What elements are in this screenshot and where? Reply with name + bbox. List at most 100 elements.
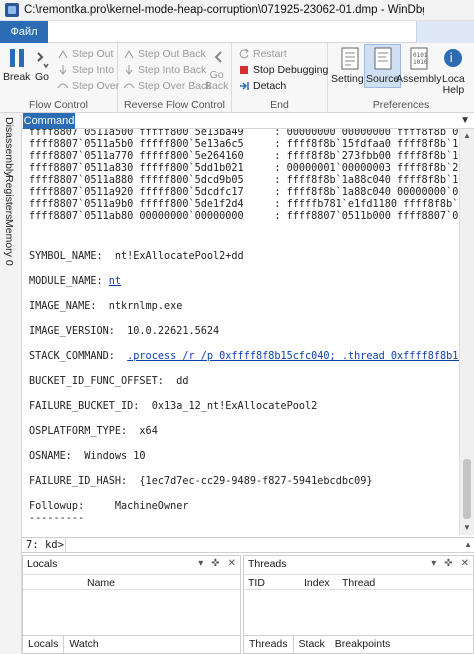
tab-view-active[interactable] — [416, 21, 474, 43]
column-tid[interactable]: TID — [248, 577, 265, 589]
step-over-button[interactable]: Step Over — [57, 78, 119, 93]
step-into-back-button[interactable]: Step Into Back — [123, 62, 206, 77]
dropdown-icon[interactable]: ▾ — [431, 558, 436, 569]
step-out-back-button[interactable]: Step Out Back — [123, 46, 206, 61]
dropdown-icon[interactable]: ▾ — [198, 558, 203, 569]
module-name-link[interactable]: nt — [109, 276, 121, 287]
tab-locals[interactable]: Locals — [23, 636, 65, 653]
bucket-offset-line: BUCKET_ID_FUNC_OFFSET: dd — [29, 376, 189, 387]
command-window-header: Command ▼ — [22, 113, 474, 129]
pin-icon[interactable]: ✜ — [444, 558, 452, 569]
tab-stack[interactable]: Stack — [294, 636, 330, 653]
image-version-label: IMAGE_VERSION: — [29, 326, 115, 337]
group-label-preferences: Preferences — [372, 99, 430, 111]
locals-column-header: Name — [23, 574, 240, 590]
ribbon: Break Go Step Out Step Into Step Over Fl… — [0, 43, 474, 113]
restart-button[interactable]: Restart — [238, 46, 287, 61]
command-input[interactable] — [69, 538, 449, 552]
step-out-icon — [58, 49, 68, 58]
step-over-back-icon — [123, 83, 135, 88]
assembly-button[interactable]: 0101 1010 Assembly — [396, 47, 442, 85]
locals-pane: Locals ▾ ✜ ✕ Name Locals Watch — [22, 555, 241, 654]
close-icon[interactable]: ✕ — [228, 558, 236, 569]
stack-row: ffff8807`0511a830 fffff800`5dd1b021 : 00… — [29, 163, 459, 174]
help-icon: i — [444, 49, 463, 67]
osname-label: OSNAME: — [29, 451, 72, 462]
locals-pane-title: Locals — [27, 558, 58, 570]
failure-bucket-value: 0x13a_12_nt!ExAllocatePool2 — [151, 401, 318, 412]
side-tab-memory[interactable]: Memory 0 — [3, 219, 15, 266]
separator-dashes: --------- — [29, 513, 85, 524]
failure-hash-label: FAILURE_ID_HASH: — [29, 476, 128, 487]
pin-icon[interactable]: ✜ — [211, 558, 219, 569]
followup-line: Followup: MachineOwner — [29, 501, 188, 512]
osname-value: Windows 10 — [84, 451, 146, 462]
step-into-icon — [59, 64, 67, 75]
column-index[interactable]: Index — [304, 577, 330, 589]
scroll-down-icon[interactable]: ▼ — [463, 523, 471, 532]
failure-hash-line: FAILURE_ID_HASH: {1ec7d7ec-cc29-9489-f82… — [29, 476, 373, 487]
svg-text:0101: 0101 — [413, 52, 428, 59]
detach-icon — [240, 81, 249, 90]
side-tab-registers[interactable]: Registers — [3, 175, 15, 219]
stack-row: ffff8807`0511a9b0 fffff800`5de1f2d4 : ff… — [29, 199, 459, 210]
tab-watch[interactable]: Watch — [64, 636, 103, 653]
stack-command-label: STACK_COMMAND: — [29, 351, 115, 362]
symbol-name-line: SYMBOL_NAME: nt!ExAllocatePool2+dd — [29, 251, 244, 262]
go-back-arrow-icon — [214, 51, 222, 63]
go-arrow-icon — [37, 52, 49, 69]
tab-breakpoints[interactable]: Breakpoints — [330, 636, 395, 653]
svg-text:i: i — [450, 51, 453, 65]
stack-row: ffff8807`0511a920 fffff800`5dcdfc17 : ff… — [29, 187, 459, 198]
stack-row: ffff8807`0511a500 fffff800`5e13ba49 : 00… — [29, 129, 459, 138]
step-over-back-button[interactable]: Step Over Back — [123, 78, 212, 93]
pause-icon — [9, 49, 24, 67]
locals-pane-tabs: Locals Watch — [23, 635, 240, 653]
tab-threads[interactable]: Threads — [244, 636, 294, 653]
stack-row: ffff8807`0511ab80 00000000`00000000 : ff… — [29, 211, 459, 222]
break-button[interactable]: Break — [3, 47, 30, 83]
osplatform-label: OSPLATFORM_TYPE: — [29, 426, 128, 437]
tab-file[interactable]: Файл — [0, 21, 48, 43]
stop-icon — [240, 65, 248, 74]
image-name-line: IMAGE_NAME: ntkrnlmp.exe — [29, 301, 182, 312]
step-over-icon — [57, 83, 69, 88]
symbol-name-value: nt!ExAllocatePool2+dd — [114, 251, 244, 262]
failure-bucket-line: FAILURE_BUCKET_ID: 0x13a_12_nt!ExAllocat… — [29, 401, 317, 412]
input-scroll-icon[interactable]: ▲ — [464, 540, 472, 549]
output-vertical-scrollbar[interactable]: ▲ ▼ — [459, 129, 474, 535]
image-version-value: 10.0.22621.5624 — [127, 326, 220, 337]
close-icon[interactable]: ✕ — [461, 558, 469, 569]
osplatform-line: OSPLATFORM_TYPE: x64 — [29, 426, 158, 437]
step-out-button[interactable]: Step Out — [57, 46, 113, 61]
step-into-button[interactable]: Step Into — [57, 62, 114, 77]
stop-debugging-button[interactable]: Stop Debugging — [238, 62, 328, 77]
group-preferences: Settings Source 0101 1010 Assembly i Loc… — [328, 43, 474, 113]
group-label-end: End — [270, 99, 289, 111]
title-bar: C:\remontka.pro\kernel-mode-heap-corrupt… — [0, 0, 474, 21]
source-document-icon — [374, 47, 392, 70]
go-button[interactable]: Go — [34, 47, 50, 83]
command-output[interactable]: ffff8807`0511a500 fffff800`5e13ba49 : 00… — [24, 129, 459, 535]
stack-command-link[interactable]: .process /r /p 0xffff8f8b15cfc040; .thre… — [127, 351, 459, 362]
go-back-button[interactable]: Go Back — [205, 47, 228, 92]
column-thread[interactable]: Thread — [342, 577, 375, 589]
stack-row: ffff8807`0511a770 fffff800`5e264160 : ff… — [29, 151, 459, 162]
kd-prompt: 7: kd> — [22, 538, 66, 552]
window-title: C:\remontka.pro\kernel-mode-heap-corrupt… — [24, 4, 424, 16]
chevron-down-icon[interactable]: ▼ — [460, 115, 470, 126]
column-name[interactable]: Name — [87, 577, 115, 589]
side-tab-disassembly[interactable]: Disassembly — [3, 117, 15, 177]
command-input-bar: 7: kd> ▲ — [22, 537, 474, 553]
tab-command[interactable]: Command — [23, 113, 75, 129]
scroll-up-icon[interactable]: ▲ — [463, 131, 471, 140]
bucket-offset-value: dd — [176, 376, 189, 387]
windbg-app-icon — [5, 3, 19, 17]
bucket-offset-label: BUCKET_ID_FUNC_OFFSET: — [29, 376, 164, 387]
detach-button[interactable]: Detach — [238, 78, 286, 93]
scroll-thumb[interactable] — [463, 459, 471, 519]
local-help-button[interactable]: i Loca Help — [442, 47, 465, 96]
step-out-back-icon — [124, 49, 134, 58]
threads-pane-title: Threads — [248, 558, 287, 570]
image-version-line: IMAGE_VERSION: 10.0.22621.5624 — [29, 326, 219, 337]
